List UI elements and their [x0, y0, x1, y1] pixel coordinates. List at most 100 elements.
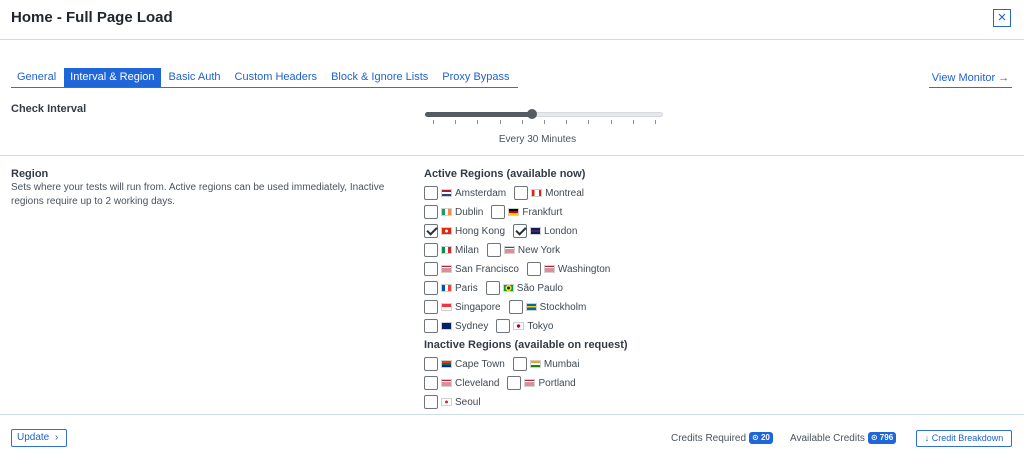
region-sao-paulo-checkbox[interactable] [485, 281, 500, 295]
region-stockholm-checkbox[interactable] [508, 300, 523, 314]
region-name: Singapore [455, 301, 501, 313]
slider-thumb[interactable] [527, 109, 538, 119]
region-amsterdam-checkbox[interactable] [424, 186, 438, 200]
close-icon: × [997, 9, 1007, 26]
interval-slider[interactable] [425, 104, 663, 126]
region-washington[interactable]: Washington [526, 262, 611, 276]
region-label: Region [11, 168, 49, 180]
region-cape-town[interactable]: Cape Town [424, 357, 505, 371]
active-region-row: Amsterdam Montreal [424, 185, 592, 201]
jp-flag-icon [513, 322, 525, 330]
sg-flag-icon [441, 303, 452, 311]
it-flag-icon [441, 246, 452, 254]
region-name: London [544, 225, 578, 237]
region-portland[interactable]: Portland [507, 376, 576, 390]
region-name: Milan [455, 244, 479, 256]
available-credits-value: 796 [879, 433, 894, 442]
tab-basic-auth[interactable]: Basic Auth [163, 68, 227, 87]
view-monitor-link[interactable]: View Monitor → [929, 69, 1012, 88]
slider-tick [588, 120, 590, 124]
credit-breakdown-button[interactable]: ↓ Credit Breakdown [916, 430, 1012, 447]
region-frankfurt[interactable]: Frankfurt [491, 205, 562, 219]
slider-tick [632, 120, 634, 124]
ie-flag-icon [441, 208, 452, 216]
active-regions-heading: Active Regions (available now) [424, 168, 586, 180]
region-sydney-checkbox[interactable] [424, 319, 438, 333]
fr-flag-icon [441, 284, 452, 292]
region-stockholm[interactable]: Stockholm [508, 300, 586, 314]
kr-flag-icon [441, 398, 452, 406]
slider-tick [477, 120, 479, 124]
region-mumbai[interactable]: Mumbai [512, 357, 579, 371]
region-milan[interactable]: Milan [424, 243, 479, 257]
region-cleveland-checkbox[interactable] [424, 376, 438, 390]
region-washington-checkbox[interactable] [526, 262, 541, 276]
active-region-row: Singapore Stockholm [424, 299, 594, 315]
region-frankfurt-checkbox[interactable] [491, 205, 506, 219]
slider-tick [655, 120, 656, 124]
region-portland-checkbox[interactable] [507, 376, 522, 390]
us-flag-icon [543, 265, 555, 273]
tab-general[interactable]: General [11, 68, 62, 87]
region-cleveland[interactable]: Cleveland [424, 376, 499, 390]
tab-block-ignore-lists[interactable]: Block & Ignore Lists [325, 68, 434, 87]
region-sao-paulo[interactable]: São Paulo [485, 281, 563, 295]
inactive-regions-heading: Inactive Regions (available on request) [424, 339, 628, 351]
region-tokyo[interactable]: Tokyo [496, 319, 553, 333]
tab-proxy-bypass[interactable]: Proxy Bypass [436, 68, 515, 87]
section-divider [0, 155, 1024, 156]
region-hong-kong-checkbox[interactable] [424, 224, 438, 238]
slider-tick [544, 120, 545, 124]
tab-interval-region[interactable]: Interval & Region [64, 68, 161, 87]
available-credits: Available Credits ⊙ 796 [790, 432, 897, 444]
region-cape-town-checkbox[interactable] [424, 357, 438, 371]
region-sydney[interactable]: Sydney [424, 319, 488, 333]
slider-tick [610, 120, 612, 124]
region-san-francisco[interactable]: San Francisco [424, 262, 519, 276]
nl-flag-icon [441, 189, 452, 197]
region-dublin[interactable]: Dublin [424, 205, 483, 219]
region-london-checkbox[interactable] [513, 224, 528, 238]
region-name: Tokyo [527, 320, 554, 332]
slider-tick [455, 120, 457, 124]
region-hong-kong[interactable]: Hong Kong [424, 224, 505, 238]
region-paris-checkbox[interactable] [424, 281, 438, 295]
region-name: São Paulo [516, 282, 563, 294]
region-new-york[interactable]: New York [486, 243, 561, 257]
tab-custom-headers[interactable]: Custom Headers [229, 68, 324, 87]
region-name: Washington [557, 263, 611, 275]
region-milan-checkbox[interactable] [424, 243, 438, 257]
region-tokyo-checkbox[interactable] [496, 319, 511, 333]
interval-value: Every 30 Minutes [498, 134, 577, 145]
us-flag-icon [441, 379, 452, 387]
region-new-york-checkbox[interactable] [486, 243, 501, 257]
region-name: Dublin [455, 206, 484, 218]
br-flag-icon [502, 284, 514, 292]
za-flag-icon [441, 360, 452, 368]
region-seoul[interactable]: Seoul [424, 395, 481, 409]
region-paris[interactable]: Paris [424, 281, 478, 295]
region-name: Seoul [455, 396, 481, 408]
update-button[interactable]: Update › [11, 429, 67, 447]
region-name: New York [517, 244, 561, 256]
region-dublin-checkbox[interactable] [424, 205, 438, 219]
update-label: Update [17, 432, 50, 443]
region-singapore-checkbox[interactable] [424, 300, 438, 314]
active-region-row: Dublin Frankfurt [424, 204, 570, 220]
us-flag-icon [441, 265, 452, 273]
region-name: Portland [538, 377, 576, 389]
region-seoul-checkbox[interactable] [424, 395, 438, 409]
region-montreal[interactable]: Montreal [514, 186, 584, 200]
us-flag-icon [503, 246, 515, 254]
region-name: Amsterdam [455, 187, 507, 199]
region-singapore[interactable]: Singapore [424, 300, 501, 314]
hk-flag-icon [441, 227, 452, 235]
close-button[interactable]: × [993, 9, 1011, 27]
region-san-francisco-checkbox[interactable] [424, 262, 438, 276]
region-montreal-checkbox[interactable] [514, 186, 529, 200]
region-london[interactable]: London [513, 224, 577, 238]
available-credits-badge: ⊙ 796 [867, 432, 897, 444]
region-mumbai-checkbox[interactable] [512, 357, 527, 371]
au-flag-icon [441, 322, 452, 330]
region-amsterdam[interactable]: Amsterdam [424, 186, 506, 200]
